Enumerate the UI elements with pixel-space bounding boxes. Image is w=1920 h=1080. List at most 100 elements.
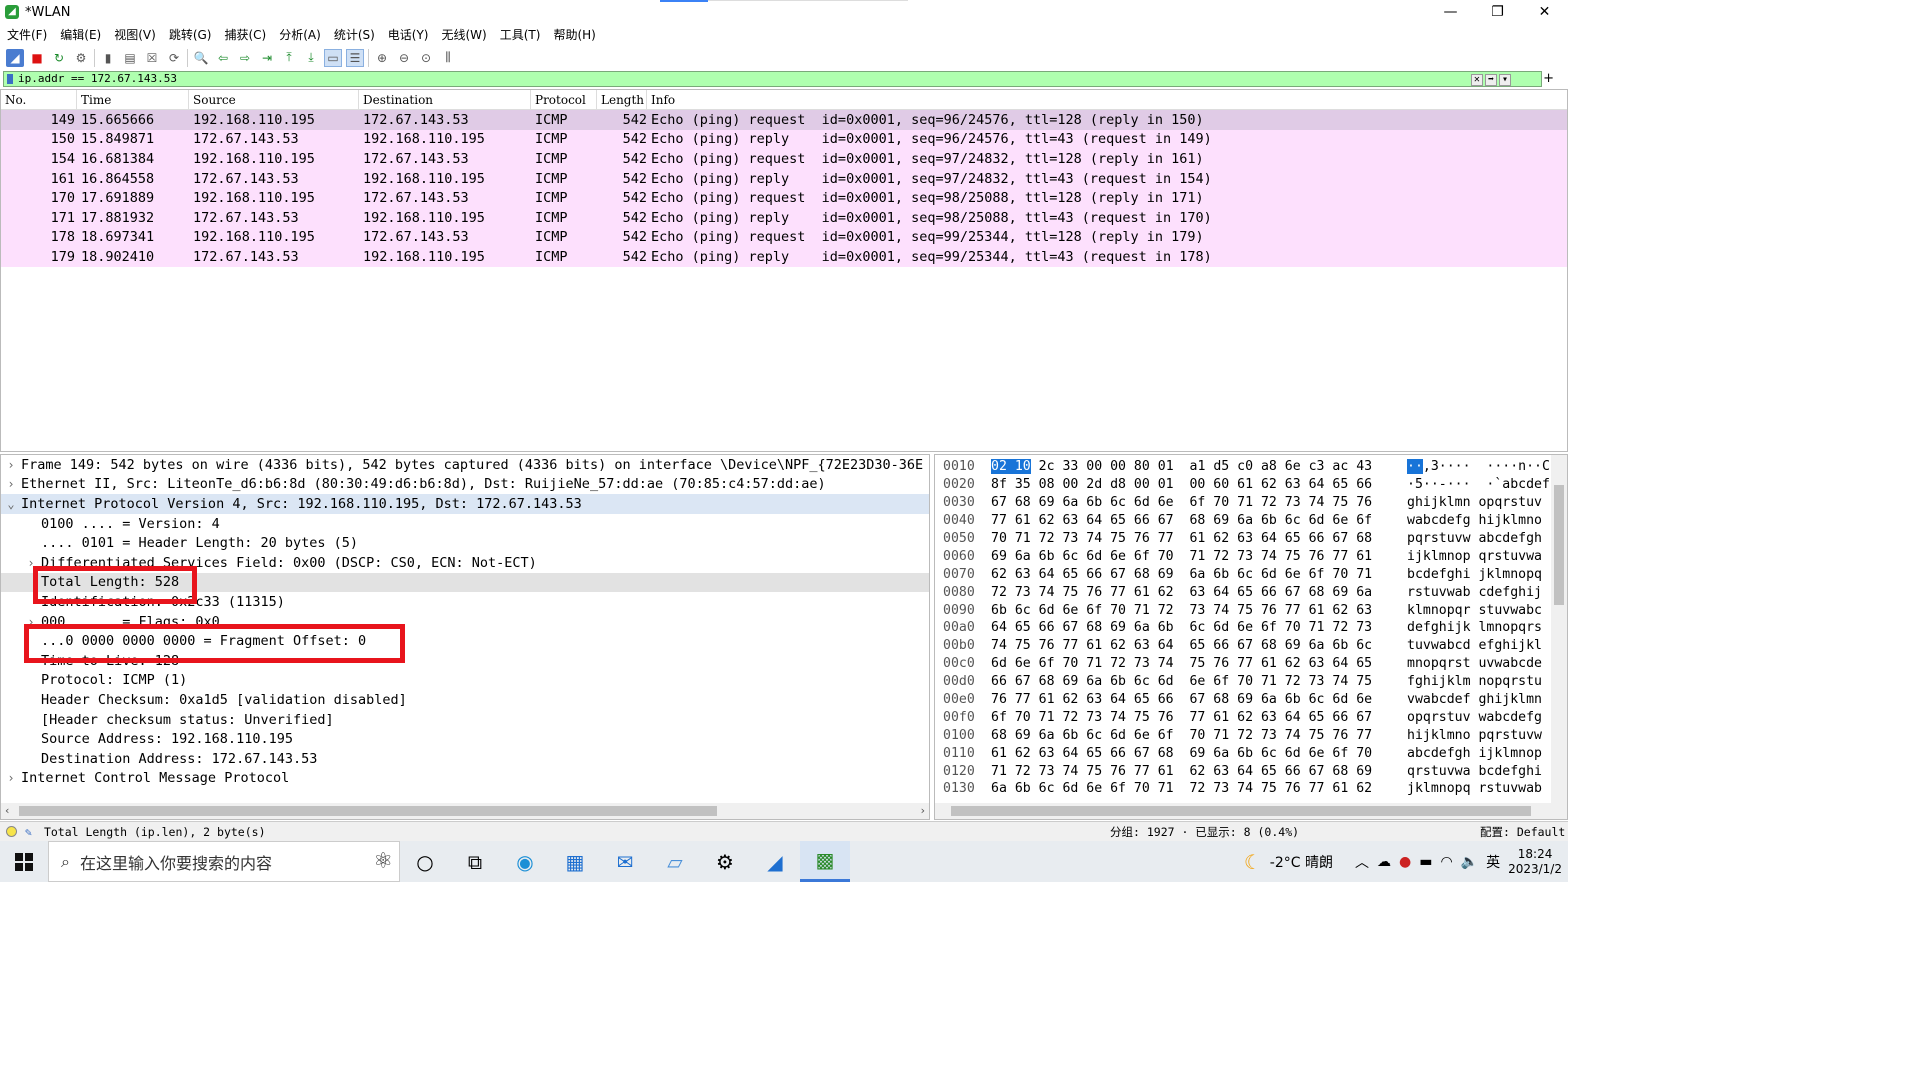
scroll-thumb[interactable] [19,806,717,816]
last-packet-icon[interactable]: ⤓ [302,49,320,67]
ime-indicator[interactable]: 英 [1486,852,1500,872]
hex-row[interactable]: 0110 61 62 63 64 65 66 67 68 69 6a 6b 6c … [935,744,1567,762]
detail-field[interactable]: .... 0101 = Header Length: 20 bytes (5) [1,533,929,553]
weather-icon[interactable]: ☾ [1244,850,1262,874]
save-file-icon[interactable]: ▤ [121,49,139,67]
detail-field[interactable]: Protocol: ICMP (1) [1,671,929,691]
menu-analyze[interactable]: 分析(A) [272,26,327,43]
tray-chevron-icon[interactable]: ︿ [1355,852,1369,872]
go-back-icon[interactable]: ⇦ [214,49,232,67]
hex-row[interactable]: 0130 6a 6b 6c 6d 6e 6f 70 71 72 73 74 75 … [935,780,1567,798]
hex-row[interactable]: 0010 02 10 2c 33 00 00 80 01 a1 d5 c0 a8 … [935,458,1567,476]
cortana-icon[interactable]: ○ [400,841,450,882]
column-header[interactable]: Time [77,90,189,109]
column-header[interactable]: Length [597,90,647,109]
column-header[interactable]: Protocol [531,90,597,109]
clear-filter-icon[interactable]: ✕ [1470,74,1483,86]
column-header[interactable]: Source [189,90,359,109]
menu-edit[interactable]: 编辑(E) [53,26,107,43]
windows-start-icon[interactable] [0,841,48,882]
antivirus-icon[interactable]: ● [1399,854,1411,870]
detail-ipv4[interactable]: ⌄ Internet Protocol Version 4, Src: 192.1… [1,494,929,514]
go-forward-icon[interactable]: ⇨ [236,49,254,67]
edge-browser-icon[interactable]: ◉ [500,841,550,882]
maximize-icon[interactable]: ❐ [1474,0,1521,24]
resize-columns-icon[interactable]: ⫼ [439,49,457,67]
reload-file-icon[interactable]: ⟳ [165,49,183,67]
hex-row[interactable]: 0090 6b 6c 6d 6e 6f 70 71 72 73 74 75 76 … [935,601,1567,619]
hex-row[interactable]: 00d0 66 67 68 69 6a 6b 6c 6d 6e 6f 70 71 … [935,673,1567,691]
hex-row[interactable]: 0050 70 71 72 73 74 75 76 77 61 62 63 64 … [935,530,1567,548]
hex-row[interactable]: 00f0 6f 70 71 72 73 74 75 76 77 61 62 63 … [935,708,1567,726]
zoom-normal-icon[interactable]: ⊙ [417,49,435,67]
restart-capture-icon[interactable]: ↻ [50,49,68,67]
menu-telephony[interactable]: 电话(Y) [381,26,435,43]
minimize-icon[interactable]: — [1427,0,1474,24]
hex-row[interactable]: 0120 71 72 73 74 75 76 77 61 62 63 64 65 … [935,762,1567,780]
expert-info-icon[interactable] [6,826,17,837]
menu-statistics[interactable]: 统计(S) [327,26,381,43]
table-row[interactable]: 171 17.881932 172.67.143.53 192.168.110.195… [1,207,1567,228]
detail-icmp[interactable]: › Internet Control Message Protocol [1,769,929,789]
hex-row[interactable]: 00c0 6d 6e 6f 70 71 72 73 74 75 76 77 61 … [935,655,1567,673]
find-packet-icon[interactable]: 🔍 [192,49,210,67]
stop-capture-icon[interactable]: ■ [28,49,46,67]
first-packet-icon[interactable]: ⤒ [280,49,298,67]
column-header[interactable]: Info [647,90,1567,109]
weather-text[interactable]: -2°C 晴朗 [1270,852,1333,872]
bookmark-icon[interactable] [7,74,13,84]
zoom-in-icon[interactable]: ⊕ [373,49,391,67]
hex-row[interactable]: 0020 8f 35 08 00 2d d8 00 01 00 60 61 62 … [935,476,1567,494]
open-file-icon[interactable]: ▮ [99,49,117,67]
scroll-left-icon[interactable]: ‹ [5,804,9,817]
table-row[interactable]: 170 17.691889 192.168.110.195 172.67.143.53… [1,188,1567,208]
bytes-vscrollbar[interactable] [1551,455,1567,805]
hex-row[interactable]: 0060 69 6a 6b 6c 6d 6e 6f 70 71 72 73 74 … [935,547,1567,565]
collapse-icon[interactable]: ⌄ [1,497,21,511]
scroll-right-icon[interactable]: › [921,804,925,817]
cloud-icon[interactable]: ☁ [1377,854,1391,870]
mail-icon[interactable]: ✉ [600,841,650,882]
table-row[interactable]: 179 18.902410 172.67.143.53 192.168.110.195… [1,247,1567,267]
filter-history-icon[interactable]: ▾ [1498,74,1511,86]
scroll-thumb[interactable] [1554,485,1564,605]
hex-row[interactable]: 0040 77 61 62 63 64 65 66 67 68 69 6a 6b … [935,512,1567,530]
status-profile[interactable]: 配置: Default [1480,824,1565,840]
column-header[interactable]: No. [1,90,77,109]
start-capture-icon[interactable]: ◢ [6,48,24,67]
table-row[interactable]: 161 16.864558 172.67.143.53 192.168.110.195… [1,168,1567,189]
clock[interactable]: 18:24 2023/1/2 [1508,847,1562,877]
expand-icon[interactable]: › [1,771,21,785]
detail-field[interactable]: Header Checksum: 0xa1d5 [validation disa… [1,690,929,710]
detail-field[interactable]: [Header checksum status: Unverified] [1,710,929,730]
bytes-hscrollbar[interactable] [935,803,1567,819]
capture-options-icon[interactable]: ⚙ [72,49,90,67]
menu-file[interactable]: 文件(F) [0,26,53,43]
go-to-packet-icon[interactable]: ⇥ [258,49,276,67]
hex-row[interactable]: 0080 72 73 74 75 76 77 61 62 63 64 65 66 … [935,583,1567,601]
menu-view[interactable]: 视图(V) [107,26,162,43]
zoom-out-icon[interactable]: ⊖ [395,49,413,67]
close-file-icon[interactable]: ☒ [143,49,161,67]
battery-icon[interactable]: ▬ [1419,854,1432,870]
expand-icon[interactable]: › [1,477,21,491]
expand-icon[interactable]: › [1,458,21,472]
hex-row[interactable]: 0030 67 68 69 6a 6b 6c 6d 6e 6f 70 71 72 … [935,494,1567,512]
detail-field[interactable]: Source Address: 192.168.110.195 [1,729,929,749]
table-row[interactable]: 178 18.697341 192.168.110.195 172.67.143.53… [1,227,1567,248]
menu-capture[interactable]: 捕获(C) [217,26,272,43]
column-header[interactable]: Destination [359,90,531,109]
edit-comment-icon[interactable]: ✎ [25,825,32,839]
store-icon[interactable]: ▦ [550,841,600,882]
hex-row[interactable]: 0070 62 63 64 65 66 67 68 69 6a 6b 6c 6d … [935,565,1567,583]
details-hscrollbar[interactable]: ‹ › [1,803,929,819]
table-row[interactable]: 154 16.681384 192.168.110.195 172.67.143.53… [1,149,1567,169]
detail-field[interactable]: 0100 .... = Version: 4 [1,514,929,534]
wireshark-taskbar-icon[interactable]: ◢ [750,841,800,882]
taskbar-search-box[interactable]: ⌕ 在这里输入你要搜索的内容 ⚛ [48,841,400,882]
menu-go[interactable]: 跳转(G) [162,26,218,43]
menu-help[interactable]: 帮助(H) [546,26,601,43]
hex-row[interactable]: 00b0 74 75 76 77 61 62 63 64 65 66 67 68 … [935,637,1567,655]
add-filter-button-icon[interactable]: + [1543,71,1554,86]
detail-ethernet[interactable]: › Ethernet II, Src: LiteonTe_d6:b6:8d (80… [1,475,929,495]
